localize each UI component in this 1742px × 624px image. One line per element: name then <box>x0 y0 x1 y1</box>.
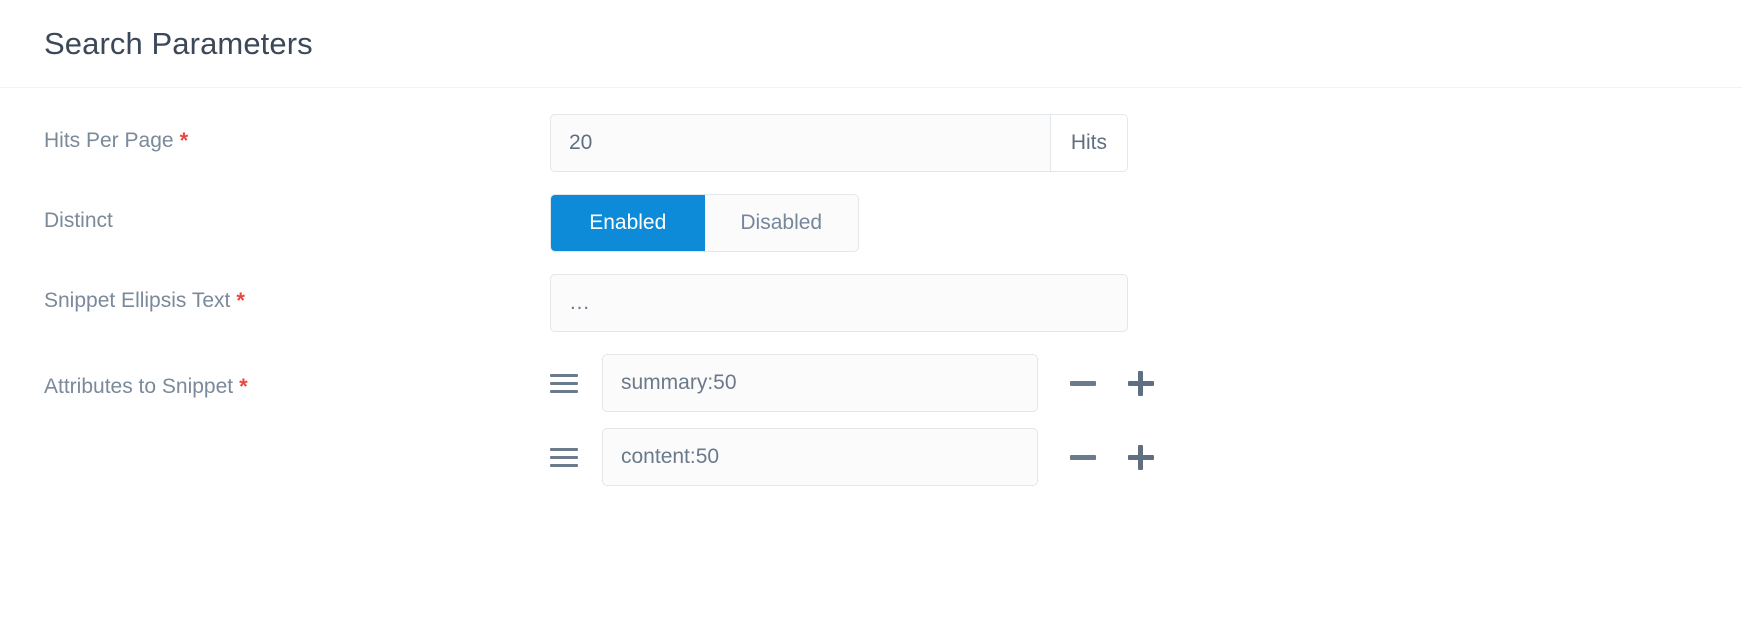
drag-handle-line <box>550 389 578 393</box>
form-row-distinct: Distinct Enabled Disabled <box>0 194 1742 252</box>
drag-handle-line <box>550 447 578 451</box>
list-item-actions <box>1066 440 1158 474</box>
drag-handle-icon[interactable] <box>550 442 580 472</box>
list-item <box>550 428 1158 486</box>
label-attributes-to-snippet-text: Attributes to Snippet <box>44 375 234 398</box>
distinct-toggle-group: Enabled Disabled <box>550 194 859 252</box>
required-asterisk: * <box>236 288 245 313</box>
drag-handle-line <box>550 381 578 385</box>
drag-handle-line <box>550 463 578 467</box>
label-hits-per-page: Hits Per Page * <box>44 114 550 152</box>
list-item <box>550 354 1158 412</box>
drag-handle-icon[interactable] <box>550 368 580 398</box>
form-row-hits-per-page: Hits Per Page* Hits <box>0 114 1742 172</box>
hits-per-page-input[interactable] <box>551 115 1050 171</box>
control-distinct: Enabled Disabled <box>550 194 859 252</box>
control-snippet-ellipsis-text <box>550 274 1128 332</box>
attributes-to-snippet-input[interactable] <box>602 354 1038 412</box>
required-asterisk: * <box>239 374 248 399</box>
drag-handle-line <box>550 455 578 459</box>
distinct-enabled-button[interactable]: Enabled <box>551 195 705 251</box>
hits-per-page-input-group: Hits <box>550 114 1128 172</box>
form-row-attributes-to-snippet: Attributes to Snippet * <box>0 354 1742 502</box>
label-attributes-to-snippet: Attributes to Snippet * <box>44 354 550 398</box>
search-parameters-panel: Search Parameters Hits Per Page* Hits Di… <box>0 0 1742 624</box>
search-parameters-form: Hits Per Page* Hits Distinct Enabled Dis… <box>0 88 1742 502</box>
label-hits-per-page-text: Hits Per Page <box>44 129 174 152</box>
page-title: Search Parameters <box>44 26 313 61</box>
plus-icon[interactable] <box>1124 440 1158 474</box>
snippet-ellipsis-text-input[interactable] <box>550 274 1128 332</box>
label-distinct: Distinct <box>44 194 550 231</box>
label-snippet-ellipsis-text-text: Snippet Ellipsis Text <box>44 289 231 312</box>
drag-handle-line <box>550 373 578 377</box>
list-item-actions <box>1066 366 1158 400</box>
minus-icon[interactable] <box>1066 366 1100 400</box>
form-row-snippet-ellipsis-text: Snippet Ellipsis Text * <box>0 274 1742 332</box>
plus-icon[interactable] <box>1124 366 1158 400</box>
label-snippet-ellipsis-text: Snippet Ellipsis Text * <box>44 274 550 312</box>
required-asterisk: * <box>179 128 189 153</box>
label-distinct-text: Distinct <box>44 209 113 232</box>
minus-icon[interactable] <box>1066 440 1100 474</box>
control-hits-per-page: Hits <box>550 114 1128 172</box>
distinct-disabled-button[interactable]: Disabled <box>704 195 858 251</box>
panel-header: Search Parameters <box>0 0 1742 88</box>
hits-per-page-unit-addon: Hits <box>1049 115 1127 171</box>
attributes-to-snippet-input[interactable] <box>602 428 1038 486</box>
control-attributes-to-snippet <box>550 354 1158 502</box>
